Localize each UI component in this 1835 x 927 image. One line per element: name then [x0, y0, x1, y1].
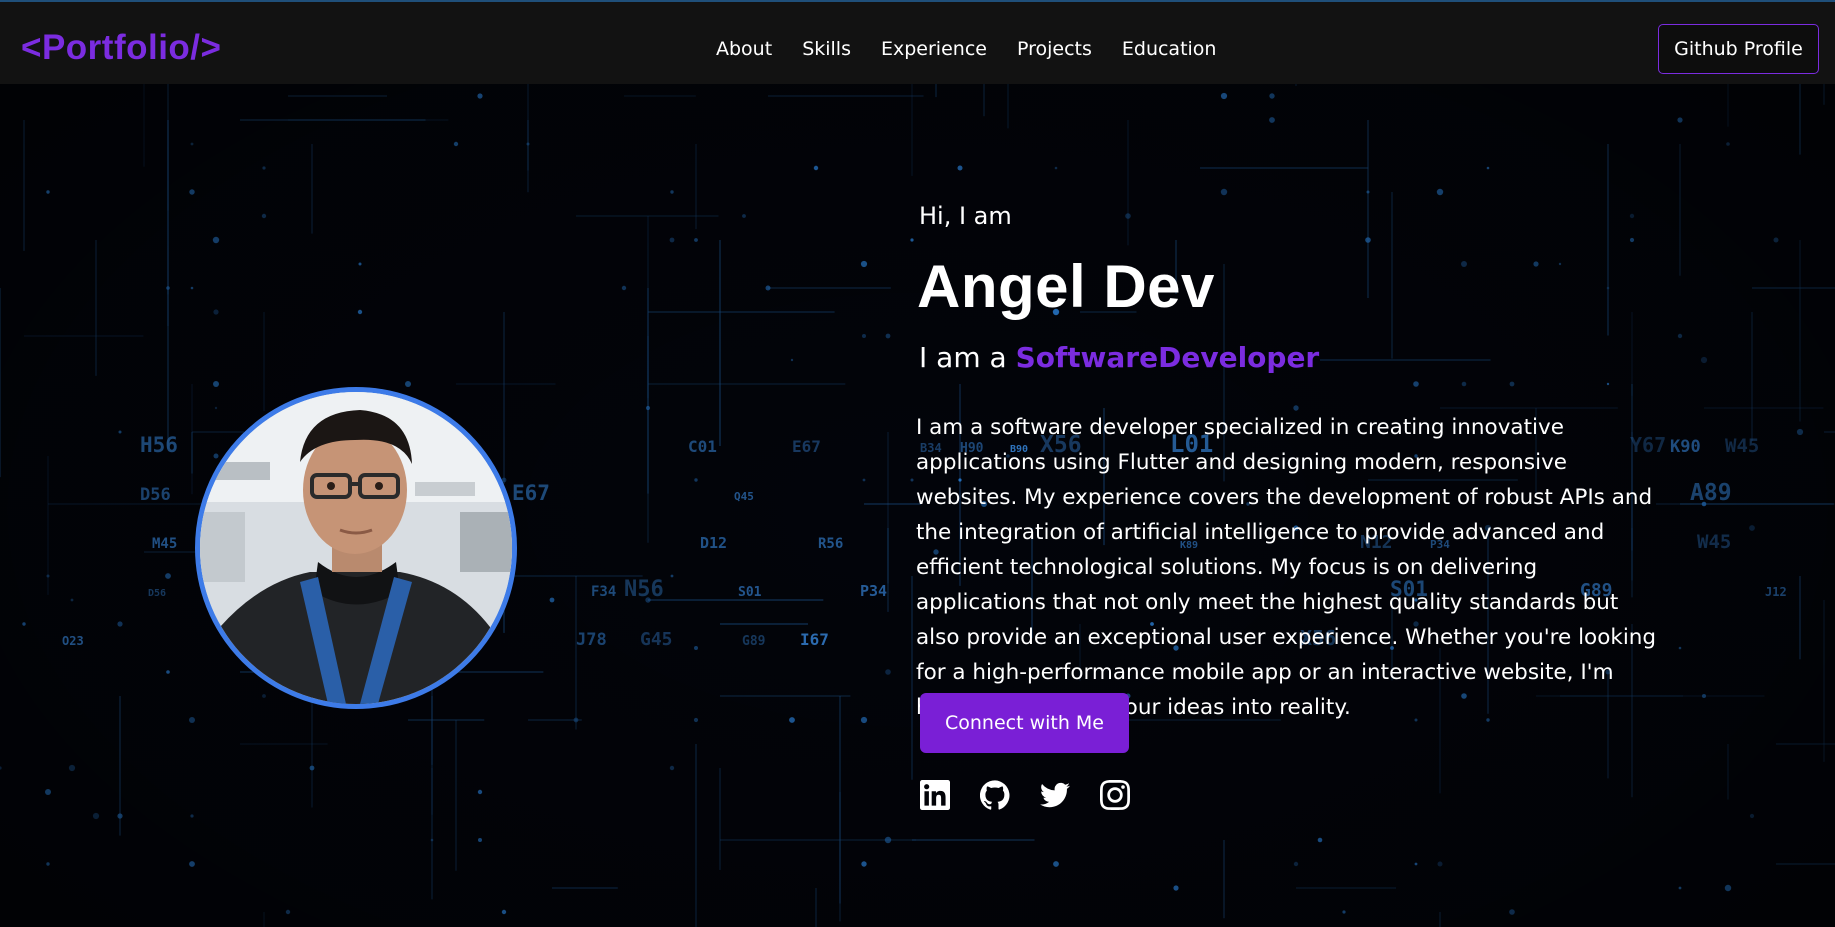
hero-section: Hi, I am Angel Dev I am a SoftwareDevelo… [0, 84, 1835, 927]
github-icon[interactable] [980, 780, 1010, 810]
role-prefix: I am a [919, 341, 1007, 374]
logo[interactable]: <Portfolio/> [21, 28, 221, 68]
greeting: Hi, I am [919, 202, 1012, 230]
github-profile-button[interactable]: Github Profile [1658, 24, 1819, 74]
linkedin-icon[interactable] [920, 780, 950, 810]
profile-photo [195, 387, 517, 709]
bio-paragraph: I am a software developer specialized in… [916, 415, 1657, 720]
nav-link-experience[interactable]: Experience [881, 38, 987, 60]
connect-button[interactable]: Connect with Me [920, 693, 1129, 753]
social-links [920, 780, 1160, 810]
nav-links: About Skills Experience Projects Educati… [716, 38, 1246, 60]
role-highlight: SoftwareDeveloper [1015, 341, 1320, 374]
nav-link-education[interactable]: Education [1122, 38, 1217, 60]
instagram-icon[interactable] [1100, 780, 1130, 810]
twitter-icon[interactable] [1040, 780, 1070, 810]
role-line: I am a SoftwareDeveloper [919, 341, 1319, 374]
nav-link-about[interactable]: About [716, 38, 772, 60]
navbar: <Portfolio/> About Skills Experience Pro… [0, 0, 1835, 84]
nav-link-projects[interactable]: Projects [1017, 38, 1092, 60]
nav-link-skills[interactable]: Skills [802, 38, 851, 60]
hero-name: Angel Dev [917, 253, 1215, 320]
profile-photo-illustration [200, 392, 512, 704]
